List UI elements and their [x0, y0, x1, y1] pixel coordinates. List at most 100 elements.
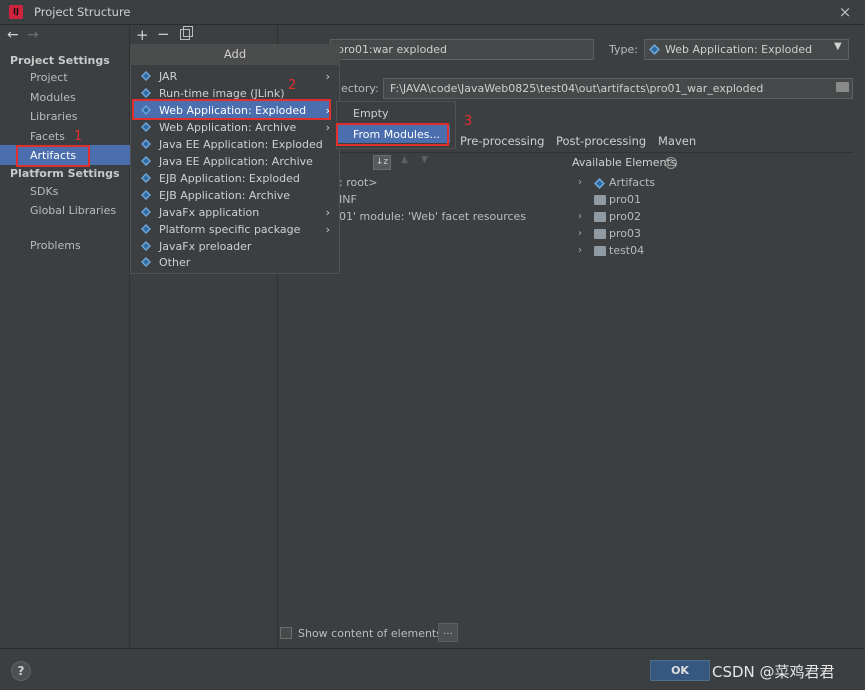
- type-select[interactable]: Web Application: Exploded: [644, 39, 849, 60]
- menu-item-label: Java EE Application: Exploded: [159, 138, 323, 151]
- add-icon[interactable]: +: [136, 26, 149, 44]
- annotation-box-3: [336, 123, 449, 146]
- section-project-settings: Project Settings: [10, 54, 110, 67]
- sidebar-item-libraries[interactable]: Libraries: [30, 110, 78, 123]
- menu-item-javaee-exploded[interactable]: Java EE Application: Exploded: [141, 136, 336, 153]
- submenu-item-empty[interactable]: Empty: [353, 107, 388, 120]
- available-item-pro02[interactable]: pro02: [609, 210, 641, 223]
- sidebar-item-problems[interactable]: Problems: [30, 239, 81, 252]
- menu-item-label: JavaFx preloader: [159, 240, 252, 253]
- section-platform-settings: Platform Settings: [10, 167, 120, 180]
- tab-maven[interactable]: Maven: [658, 134, 696, 148]
- sidebar-item-sdks[interactable]: SDKs: [30, 185, 58, 198]
- show-content-label: Show content of elements: [298, 627, 442, 640]
- menu-item-javafx-preloader[interactable]: JavaFx preloader: [141, 238, 336, 255]
- ejb-icon: [141, 173, 151, 183]
- javafx-icon: [141, 241, 151, 251]
- menu-item-label: EJB Application: Exploded: [159, 172, 300, 185]
- output-directory-field[interactable]: F:\JAVA\code\JavaWeb0825\test04\out\arti…: [383, 78, 853, 99]
- annotation-box-2: [132, 99, 331, 120]
- sidebar-item-modules[interactable]: Modules: [30, 91, 76, 104]
- runtime-image-icon: [141, 88, 151, 98]
- folder-icon: [594, 195, 606, 205]
- type-label: Type:: [609, 43, 638, 56]
- jar-icon: [141, 71, 151, 81]
- sort-icon[interactable]: ↓z: [373, 155, 391, 170]
- folder-icon: [594, 246, 606, 256]
- javafx-icon: [141, 207, 151, 217]
- tree-item-root[interactable]: : root>: [339, 176, 377, 189]
- show-content-checkbox[interactable]: [280, 627, 292, 639]
- other-icon: [141, 257, 151, 267]
- window-title: Project Structure: [34, 5, 131, 19]
- sidebar-item-global-libraries[interactable]: Global Libraries: [30, 204, 116, 217]
- copy-icon[interactable]: [180, 26, 193, 40]
- more-button[interactable]: ...: [438, 623, 458, 642]
- package-icon: [141, 224, 151, 234]
- sidebar-item-project[interactable]: Project: [30, 71, 68, 84]
- chevron-right-icon[interactable]: ›: [578, 177, 582, 188]
- artifact-name-field[interactable]: pro01:war exploded: [330, 39, 594, 60]
- remove-icon[interactable]: −: [157, 25, 170, 43]
- chevron-right-icon: ›: [325, 121, 330, 134]
- menu-item-label: Web Application: Archive: [159, 121, 297, 134]
- menu-item-label: JavaFx application: [159, 206, 260, 219]
- menu-item-label: Platform specific package: [159, 223, 301, 236]
- forward-arrow-icon[interactable]: →: [27, 27, 39, 43]
- menu-item-label: JAR: [159, 70, 178, 83]
- watermark: CSDN @菜鸡君君: [712, 663, 835, 681]
- menu-item-label: Other: [159, 256, 191, 269]
- intellij-app-icon: IJ: [9, 5, 23, 19]
- sidebar-item-facets[interactable]: Facets: [30, 130, 65, 143]
- ok-button[interactable]: OK: [650, 660, 710, 681]
- folder-icon[interactable]: [836, 82, 849, 92]
- output-directory-label: ectory:: [341, 82, 379, 95]
- annotation-number-1: 1: [74, 129, 83, 144]
- folder-icon: [594, 229, 606, 239]
- help-button[interactable]: ?: [11, 661, 31, 681]
- menu-item-platform-package[interactable]: Platform specific package ›: [141, 221, 336, 238]
- chevron-right-icon[interactable]: ›: [578, 245, 582, 256]
- tab-pre-processing[interactable]: Pre-processing: [460, 134, 544, 148]
- help-icon[interactable]: ?: [665, 157, 677, 169]
- chevron-down-icon[interactable]: ▼: [834, 41, 842, 52]
- menu-item-jar[interactable]: JAR ›: [141, 68, 336, 85]
- tab-divider: [278, 152, 853, 153]
- move-down-icon[interactable]: ▼: [421, 155, 428, 165]
- annotation-box-1: [16, 145, 90, 167]
- web-module-icon: [649, 44, 660, 55]
- back-arrow-icon[interactable]: ←: [7, 27, 19, 43]
- menu-item-label: EJB Application: Archive: [159, 189, 291, 202]
- ejb-icon: [141, 190, 151, 200]
- tree-item-web-inf[interactable]: INF: [339, 193, 357, 206]
- chevron-right-icon: ›: [325, 206, 330, 219]
- chevron-right-icon: ›: [325, 70, 330, 83]
- menu-item-javafx-app[interactable]: JavaFx application ›: [141, 204, 336, 221]
- menu-item-other[interactable]: Other: [141, 254, 336, 271]
- available-item-test04[interactable]: test04: [609, 244, 644, 257]
- menu-item-ejb-archive[interactable]: EJB Application: Archive: [141, 187, 336, 204]
- artifacts-icon: [594, 178, 605, 189]
- javaee-icon: [141, 139, 151, 149]
- available-elements-label: Available Elements: [572, 156, 677, 169]
- menu-item-web-archive[interactable]: Web Application: Archive ›: [141, 119, 336, 136]
- menu-item-javaee-archive[interactable]: Java EE Application: Archive: [141, 153, 336, 170]
- chevron-right-icon: ›: [325, 223, 330, 236]
- chevron-right-icon[interactable]: ›: [578, 211, 582, 222]
- tab-post-processing[interactable]: Post-processing: [556, 134, 646, 148]
- move-up-icon[interactable]: ▲: [401, 155, 408, 165]
- add-menu-header: Add: [130, 44, 340, 65]
- javaee-icon: [141, 156, 151, 166]
- tree-item-facet-resources[interactable]: 01' module: 'Web' facet resources: [339, 210, 526, 223]
- menu-item-ejb-exploded[interactable]: EJB Application: Exploded: [141, 170, 336, 187]
- available-item-artifacts[interactable]: Artifacts: [609, 176, 655, 189]
- annotation-number-3: 3: [464, 114, 473, 129]
- folder-icon: [594, 212, 606, 222]
- chevron-right-icon[interactable]: ›: [578, 228, 582, 239]
- annotation-number-2: 2: [288, 78, 297, 93]
- web-module-icon: [141, 122, 151, 132]
- available-item-pro01[interactable]: pro01: [609, 193, 641, 206]
- menu-item-label: Java EE Application: Archive: [159, 155, 313, 168]
- close-icon[interactable]: ×: [837, 3, 853, 21]
- available-item-pro03[interactable]: pro03: [609, 227, 641, 240]
